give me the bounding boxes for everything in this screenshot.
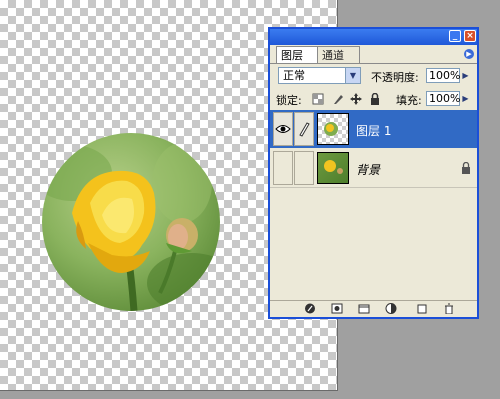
lock-fill-row: 锁定: 填充: 100% ▶ xyxy=(270,88,477,111)
lock-label: 锁定: xyxy=(276,94,302,107)
blend-mode-value: 正常 xyxy=(283,69,305,82)
opacity-label: 不透明度: xyxy=(371,71,419,84)
layer-thumbnail[interactable] xyxy=(317,113,349,145)
opacity-field[interactable]: 100% xyxy=(426,68,460,83)
palette-tabs: 图层 通道 ▶ xyxy=(270,45,477,64)
lock-transparency-icon[interactable] xyxy=(312,93,324,105)
layer-style-icon[interactable] xyxy=(331,303,343,314)
trash-icon[interactable] xyxy=(443,303,455,314)
eye-icon xyxy=(275,125,291,133)
new-layer-icon[interactable] xyxy=(416,303,428,314)
tab-layers[interactable]: 图层 xyxy=(276,46,318,63)
palette-menu-icon[interactable]: ▶ xyxy=(464,49,474,59)
brush-icon xyxy=(299,122,310,137)
fill-field[interactable]: 100% xyxy=(426,91,460,106)
fill-slider-icon[interactable]: ▶ xyxy=(461,91,470,106)
layer-name[interactable]: 图层 1 xyxy=(356,122,391,139)
lock-image-brush-icon[interactable] xyxy=(332,93,344,105)
layer-thumbnail[interactable] xyxy=(317,152,349,184)
layer-link-toggle[interactable] xyxy=(294,112,314,146)
layer-row-layer-1[interactable]: 图层 1 xyxy=(270,110,477,148)
close-icon[interactable]: × xyxy=(464,30,476,42)
minimize-icon[interactable]: _ xyxy=(449,30,461,42)
chevron-down-icon[interactable]: ▼ xyxy=(345,68,360,83)
layer-name[interactable]: 背景 xyxy=(356,161,380,178)
lock-all-icon[interactable] xyxy=(369,93,381,105)
palette-titlebar[interactable]: _ × xyxy=(270,29,477,45)
mask-icon[interactable] xyxy=(358,303,370,314)
link-icon[interactable] xyxy=(304,303,316,314)
visibility-toggle[interactable] xyxy=(273,151,293,185)
lock-icon xyxy=(462,162,470,174)
blend-opacity-row: 正常 ▼ 不透明度: 100% ▶ xyxy=(270,65,477,87)
layer-link-toggle[interactable] xyxy=(294,151,314,185)
blend-mode-select[interactable]: 正常 ▼ xyxy=(278,67,361,84)
lock-position-move-icon[interactable] xyxy=(350,93,362,105)
layer-row-background[interactable]: 背景 xyxy=(270,149,477,188)
fill-label: 填充: xyxy=(396,94,422,107)
layers-palette: _ × 图层 通道 ▶ 正常 ▼ 不透明度: 100% ▶ 锁定: 填充: 10… xyxy=(268,27,479,319)
adjustment-icon[interactable] xyxy=(385,303,397,314)
layers-list-empty-area xyxy=(270,189,477,301)
visibility-toggle[interactable] xyxy=(273,112,293,146)
tab-channels[interactable]: 通道 xyxy=(318,46,360,63)
circular-flower-image xyxy=(42,133,220,311)
opacity-slider-icon[interactable]: ▶ xyxy=(461,68,470,83)
palette-bottom-bar xyxy=(270,300,477,317)
